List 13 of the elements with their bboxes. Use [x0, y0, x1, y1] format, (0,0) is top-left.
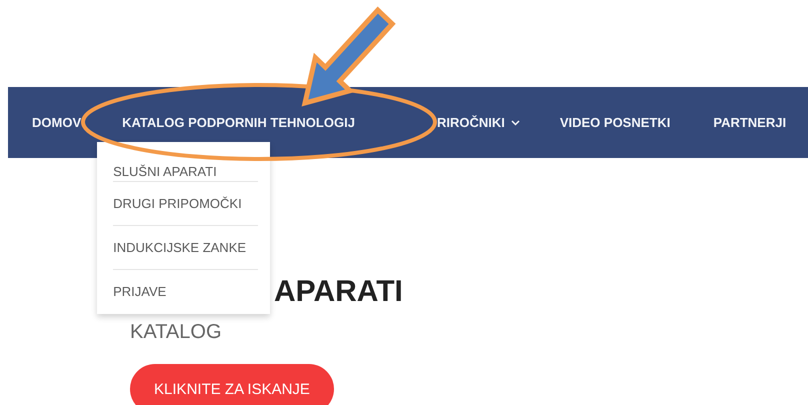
dropdown-item[interactable]: SLUŠNI APARATI: [113, 142, 258, 182]
page-subtitle: KATALOG: [130, 320, 222, 344]
dropdown-item[interactable]: PRIJAVE: [113, 270, 258, 314]
nav-link[interactable]: PARTNERJI: [713, 115, 786, 130]
nav-link[interactable]: KATALOG PODPORNIH TEHNOLOGIJ: [122, 115, 355, 130]
search-button[interactable]: KLIKNITE ZA ISKANJE: [130, 364, 334, 405]
nav-link[interactable]: DOMOV: [32, 115, 82, 130]
nav-link[interactable]: RIROČNIKI: [436, 115, 520, 130]
chevron-down-icon: [510, 120, 520, 126]
nav-link[interactable]: VIDEO POSNETKI: [560, 115, 670, 130]
dropdown-item[interactable]: INDUKCIJSKE ZANKE: [113, 226, 258, 270]
page-heading: APARATI: [274, 274, 403, 310]
dropdown-item[interactable]: DRUGI PRIPOMOČKI: [113, 182, 258, 226]
